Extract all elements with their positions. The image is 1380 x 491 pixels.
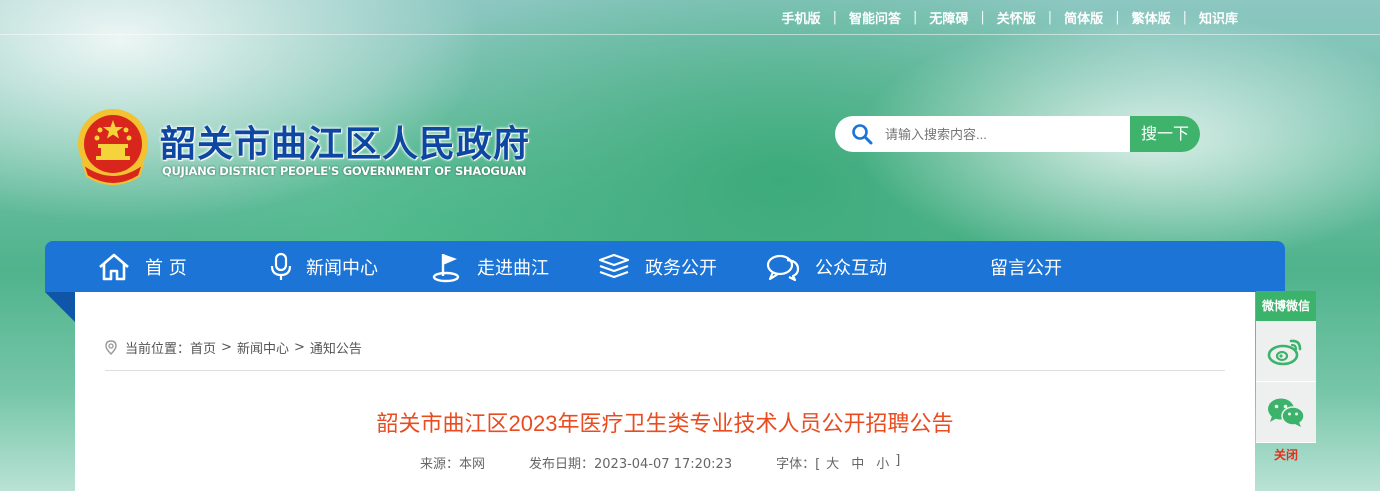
font-size-label: 字体：[: [776, 457, 821, 472]
article-title: 韶关市曲江区2023年医疗卫生类专业技术人员公开招聘公告: [376, 411, 954, 436]
location-pin-icon: [105, 340, 117, 355]
nav-home[interactable]: 首 页: [97, 241, 187, 292]
breadcrumb-separator: >: [293, 340, 305, 355]
breadcrumb-notices[interactable]: 通知公告: [310, 338, 362, 357]
article-meta: 来源：本网 发布日期：2023-04-07 17:20:23 字体：[ 大 中 …: [420, 453, 900, 472]
top-link-mobile[interactable]: 手机版: [782, 8, 821, 27]
nav-gov-affairs[interactable]: 政务公开: [597, 241, 717, 292]
nav-home-label: 首 页: [145, 257, 187, 279]
nav-public-interaction[interactable]: 公众互动: [765, 241, 887, 292]
flag-icon: [432, 253, 460, 282]
wechat-button[interactable]: [1256, 382, 1316, 443]
site-subtitle: QUJIANG DISTRICT PEOPLE'S GOVERNMENT OF …: [162, 164, 527, 178]
national-emblem-icon: [78, 109, 148, 185]
article-date: 发布日期：2023-04-07 17:20:23: [529, 457, 733, 472]
search-box: 搜一下: [835, 116, 1200, 152]
microphone-icon: [270, 252, 292, 280]
chat-bubble-icon: [766, 254, 800, 281]
search-icon: [852, 124, 873, 145]
home-icon: [99, 253, 129, 280]
breadcrumb-news[interactable]: 新闻中心: [237, 338, 289, 357]
nav-news-label: 新闻中心: [306, 257, 378, 279]
nav-explore-label: 走进曲江: [477, 257, 549, 279]
nav-gov-affairs-label: 政务公开: [645, 257, 717, 279]
top-link-care[interactable]: 关怀版: [997, 8, 1036, 27]
weibo-button[interactable]: [1256, 321, 1316, 382]
site-title[interactable]: 韶关市曲江区人民政府: [160, 115, 530, 167]
weibo-icon: [1267, 339, 1302, 366]
nav-news[interactable]: 新闻中心: [270, 241, 378, 292]
top-link-knowledge[interactable]: 知识库: [1199, 8, 1238, 27]
main-nav: 首 页 新闻中心 走进曲江 政务公开 公众互动 留言公开: [45, 241, 1285, 292]
layers-icon: [598, 253, 630, 278]
social-widget-header: 微博微信: [1256, 291, 1316, 321]
search-input[interactable]: [883, 125, 1117, 143]
panel-fold-decoration: [45, 292, 75, 322]
top-link-accessibility[interactable]: 无障碍: [929, 8, 968, 27]
breadcrumb: 当前位置： 首页 > 新闻中心 > 通知公告: [105, 338, 362, 357]
top-link-traditional[interactable]: 繁体版: [1132, 8, 1171, 27]
nav-public-interaction-label: 公众互动: [815, 257, 887, 279]
nav-messages-label: 留言公开: [990, 257, 1062, 279]
breadcrumb-divider: [105, 370, 1225, 371]
nav-messages[interactable]: 留言公开: [990, 241, 1062, 292]
top-link-qa[interactable]: 智能问答: [849, 8, 901, 27]
social-widget-close[interactable]: 关闭: [1256, 446, 1316, 463]
top-links: 手机版 | 智能问答 | 无障碍 | 关怀版 | 简体版 | 繁体版 | 知识库: [781, 8, 1238, 27]
article-source: 来源：本网: [420, 457, 486, 472]
breadcrumb-prefix: 当前位置：: [125, 342, 191, 357]
breadcrumb-home[interactable]: 首页: [190, 338, 216, 357]
top-divider: [0, 34, 1380, 35]
font-size-large-button[interactable]: 大: [826, 453, 839, 472]
wechat-icon: [1268, 398, 1305, 427]
search-button[interactable]: 搜一下: [1130, 116, 1200, 152]
font-size-small-button[interactable]: 小: [876, 453, 889, 472]
social-widget: 微博微信 关闭: [1256, 291, 1316, 471]
font-size-bracket-end: ]: [895, 453, 901, 468]
font-size-medium-button[interactable]: 中: [851, 453, 864, 472]
top-link-simplified[interactable]: 简体版: [1064, 8, 1103, 27]
breadcrumb-separator: >: [221, 340, 232, 355]
nav-explore[interactable]: 走进曲江: [431, 241, 549, 292]
